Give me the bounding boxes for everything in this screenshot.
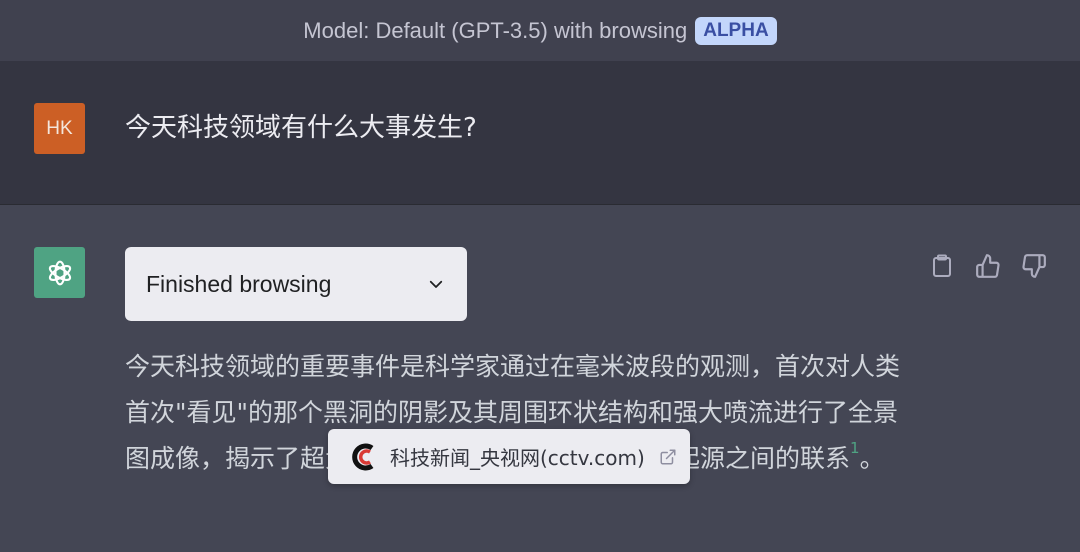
- assistant-message-row: Finished browsing 今天科技领域的重要事件是科学家通过在毫米波段…: [0, 206, 1080, 552]
- user-message-text: 今天科技领域有什么大事发生?: [125, 113, 477, 143]
- browsing-status-toggle[interactable]: Finished browsing: [125, 247, 467, 321]
- citation-tooltip[interactable]: 科技新闻_央视网(cctv.com): [328, 429, 690, 484]
- alpha-badge: ALPHA: [695, 16, 777, 45]
- copy-button[interactable]: [926, 250, 958, 282]
- openai-logo-icon: [48, 260, 71, 285]
- user-avatar: HK: [34, 103, 85, 154]
- clipboard-icon: [933, 254, 951, 277]
- citation-source-label[interactable]: 科技新闻_央视网(cctv.com): [390, 442, 645, 471]
- answer-end: 。: [859, 444, 885, 473]
- model-header: Model: Default (GPT-3.5) with browsing A…: [0, 0, 1080, 61]
- user-message-row: HK 今天科技领域有什么大事发生?: [0, 61, 1080, 205]
- thumbs-up-icon: [976, 254, 1000, 278]
- thumbs-down-icon: [1022, 254, 1046, 278]
- message-actions: [926, 250, 1050, 282]
- thumbs-up-button[interactable]: [972, 250, 1004, 282]
- external-link-icon[interactable]: [659, 448, 677, 466]
- thumbs-down-button[interactable]: [1018, 250, 1050, 282]
- cctv-logo-icon: [352, 443, 374, 470]
- assistant-avatar: [34, 247, 85, 298]
- citation-link[interactable]: 1: [850, 439, 860, 457]
- browsing-status-label: Finished browsing: [146, 270, 332, 297]
- chevron-down-icon: [429, 280, 443, 288]
- model-label: Model: Default (GPT-3.5) with browsing: [303, 17, 688, 43]
- user-initials: HK: [46, 117, 73, 139]
